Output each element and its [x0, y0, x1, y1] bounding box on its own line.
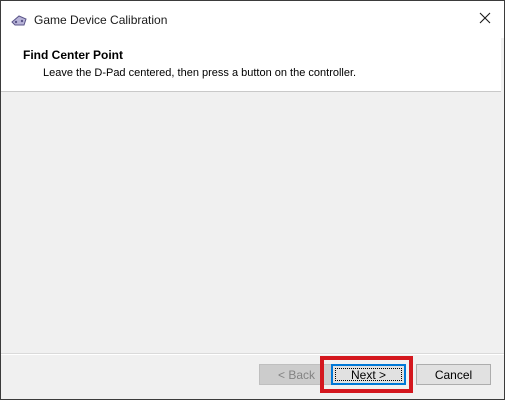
cancel-button[interactable]: Cancel [416, 364, 491, 385]
next-button-label: Next > [350, 367, 386, 382]
close-button[interactable] [466, 7, 504, 33]
next-button[interactable]: Next > [331, 364, 406, 385]
close-icon [479, 11, 491, 29]
wizard-header: Find Center Point Leave the D-Pad center… [1, 39, 504, 92]
window-edge [501, 38, 504, 399]
gamepad-icon [10, 13, 28, 27]
page-title: Find Center Point [23, 48, 123, 62]
back-button[interactable]: < Back [259, 364, 334, 385]
window-title: Game Device Calibration [34, 13, 168, 27]
wizard-footer: < Back Next > Cancel [1, 355, 504, 399]
title-bar[interactable]: Game Device Calibration [1, 1, 504, 38]
calibration-dialog: Game Device Calibration Find Center Poin… [0, 0, 505, 400]
page-instructions: Leave the D-Pad centered, then press a b… [43, 67, 357, 79]
content-panel [1, 92, 504, 354]
